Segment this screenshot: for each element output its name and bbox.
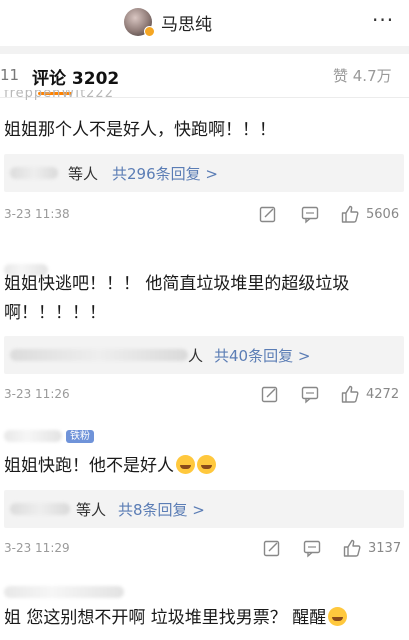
blurred-username	[4, 430, 62, 442]
like-count: 4272	[366, 387, 400, 402]
fan-badge: 铁粉	[66, 430, 94, 443]
reply-suffix: 人	[188, 347, 204, 365]
comment-list: freppenWIt222 姐姐那个人不是好人，快跑啊！！！ 等人 共296条回…	[0, 90, 409, 640]
comment-username[interactable]: freppenWIt222	[4, 90, 114, 104]
laughing-emoji-icon	[197, 455, 216, 474]
thumbs-up-icon[interactable]	[342, 538, 362, 558]
comment-icon[interactable]	[302, 538, 322, 558]
top-bar: 马思纯 ···	[0, 0, 409, 46]
view-replies-link[interactable]: 共40条回复 >	[214, 345, 310, 366]
reply-suffix: 等人	[76, 501, 107, 519]
like-count: 3137	[368, 541, 402, 556]
comment-item: freppenWIt222 姐姐那个人不是好人，快跑啊！！！ 等人 共296条回…	[0, 90, 409, 238]
comment-item: 姐姐快逃吧！！！ 他简直垃圾堆里的超级垃圾 啊！！！！！ 人 共40条回复 > …	[0, 258, 409, 408]
reply-summary[interactable]: 人 共40条回复 >	[4, 336, 404, 374]
blurred-reply-names	[10, 167, 58, 179]
reply-suffix: 等人	[68, 165, 99, 183]
view-replies-link[interactable]: 共296条回复 >	[112, 163, 218, 184]
like-count: 5606	[366, 207, 400, 222]
laughing-emoji-icon	[328, 607, 348, 626]
reply-summary[interactable]: 等人 共296条回复 >	[4, 154, 404, 192]
page-title: 马思纯	[161, 15, 212, 35]
share-icon[interactable]	[260, 384, 280, 404]
more-options-icon[interactable]: ···	[372, 8, 394, 32]
share-icon[interactable]	[262, 538, 282, 558]
blurred-reply-names	[10, 503, 70, 515]
comment-icon[interactable]	[300, 384, 320, 404]
comment-time: 3-23 11:26	[4, 387, 70, 401]
comment-item: 姐 您这别想不开啊 垃圾堆里找男票？ 醒醒	[0, 584, 409, 640]
comment-time: 3-23 11:29	[4, 541, 70, 555]
comment-text: 姐姐那个人不是好人，快跑啊！！！	[4, 120, 276, 140]
comment-text-line-1: 姐姐快逃吧！！！ 他简直垃圾堆里的超级垃圾	[4, 274, 350, 294]
comment-item: 铁粉 姐姐快跑！他不是好人 等人 共8条回复 > 3-23 11:29 3137	[0, 424, 409, 574]
tab-comments[interactable]: 评论 3202	[32, 64, 119, 89]
comment-icon[interactable]	[300, 204, 320, 224]
blurred-reply-names	[10, 349, 188, 361]
reply-summary[interactable]: 等人 共8条回复 >	[4, 490, 404, 528]
tab-reposts[interactable]: 11	[0, 66, 19, 84]
comment-meta: 3-23 11:38 5606	[4, 204, 409, 226]
comment-text-content: 姐姐快跑！他不是好人	[4, 456, 174, 476]
view-replies-link[interactable]: 共8条回复 >	[118, 499, 205, 520]
share-icon[interactable]	[258, 204, 278, 224]
comment-meta: 3-23 11:26 4272	[4, 384, 409, 406]
tab-likes[interactable]: 赞 4.7万	[333, 65, 392, 86]
comment-text-content: 姐 您这别想不开啊 垃圾堆里找男票？ 醒醒	[4, 608, 327, 628]
laughing-emoji-icon	[176, 455, 195, 474]
comment-text-line-2: 啊！！！！！	[4, 303, 106, 323]
verified-badge-icon	[144, 26, 155, 37]
comment-text: 姐 您这别想不开啊 垃圾堆里找男票？ 醒醒	[4, 604, 404, 633]
thumbs-up-icon[interactable]	[340, 204, 360, 224]
comment-meta: 3-23 11:29 3137	[4, 538, 409, 560]
thumbs-up-icon[interactable]	[340, 384, 360, 404]
blurred-username	[4, 586, 124, 598]
comment-time: 3-23 11:38	[4, 207, 70, 221]
comment-text: 姐姐快跑！他不是好人	[4, 452, 404, 481]
